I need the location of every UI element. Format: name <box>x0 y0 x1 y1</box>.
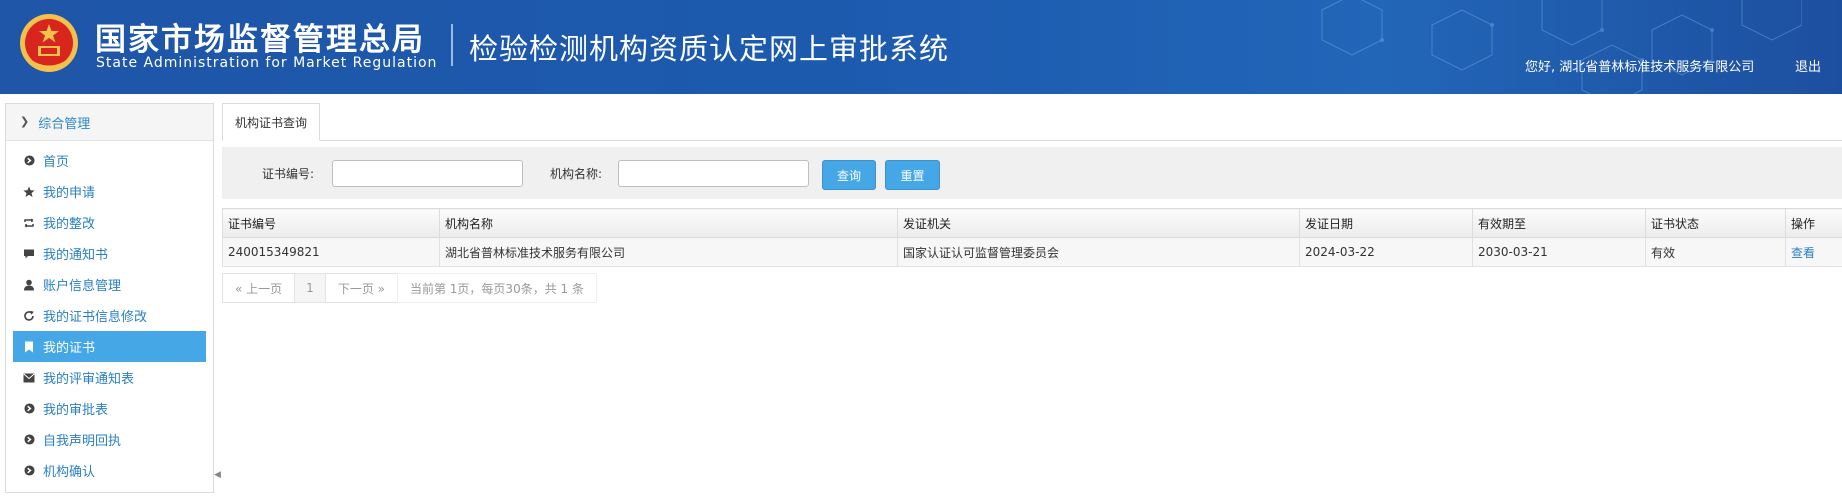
refresh-icon <box>23 310 35 322</box>
cell-issuer: 国家认证认可监督管理委员会 <box>897 237 1300 267</box>
arrow-circle-icon <box>23 403 35 415</box>
sidebar-item-home[interactable]: 首页 <box>13 145 206 176</box>
tab-bar: 机构证书查询 <box>222 103 1842 141</box>
sidebar-item-my-certificates[interactable]: 我的证书 <box>13 331 206 362</box>
sidebar-item-label: 自我声明回执 <box>43 434 122 449</box>
sidebar-collapse-toggle[interactable]: ◀ <box>214 470 222 484</box>
cell-expire-date: 2030-03-21 <box>1472 237 1646 267</box>
column-header[interactable]: 机构名称 <box>439 208 898 238</box>
column-header[interactable]: 发证日期 <box>1299 208 1473 238</box>
sidebar-item-org-confirm[interactable]: 机构确认 <box>13 455 206 486</box>
sidebar-item-label: 我的审批表 <box>43 403 109 418</box>
sidebar-item-label: 账户信息管理 <box>43 279 122 294</box>
cert-no-input[interactable] <box>332 160 523 187</box>
page-number-button[interactable]: 1 <box>294 273 326 303</box>
next-page-button[interactable]: 下一页 » <box>324 273 398 303</box>
sidebar-menu: 首页 我的申请 我的整改 我的通知书 账户信息管理 我的证书信息修改 我的证书 <box>6 141 213 486</box>
sidebar: ❯ 综合管理 首页 我的申请 我的整改 我的通知书 账户信息管理 我的证书信息修… <box>5 103 214 493</box>
national-emblem-icon <box>20 14 78 72</box>
column-header[interactable]: 有效期至 <box>1472 208 1646 238</box>
reset-button[interactable]: 重置 <box>885 160 940 190</box>
sidebar-item-my-applications[interactable]: 我的申请 <box>13 176 206 207</box>
user-icon <box>23 279 35 291</box>
query-button[interactable]: 查询 <box>822 160 876 190</box>
cell-issue-date: 2024-03-22 <box>1299 237 1473 267</box>
sidebar-item-label: 我的整改 <box>43 217 96 232</box>
sidebar-item-label: 我的证书 <box>43 341 96 356</box>
view-link[interactable]: 查看 <box>1791 246 1815 260</box>
user-greeting: 您好, 湖北省普林标准技术服务有限公司 <box>1525 60 1755 75</box>
arrow-circle-icon <box>23 465 35 477</box>
header-banner: 国家市场监督管理总局 State Administration for Mark… <box>0 0 1842 94</box>
sidebar-item-account-info[interactable]: 账户信息管理 <box>13 269 206 300</box>
cell-status: 有效 <box>1645 237 1786 267</box>
header-divider <box>451 24 453 66</box>
sidebar-item-label: 我的申请 <box>43 186 96 201</box>
cell-cert-no: 240015349821 <box>222 237 440 267</box>
sidebar-item-cert-info-edit[interactable]: 我的证书信息修改 <box>13 300 206 331</box>
search-panel: 证书编号: 机构名称: 查询 重置 <box>222 147 1842 199</box>
system-title: 检验检测机构资质认定网上审批系统 <box>469 32 950 66</box>
arrow-circle-icon <box>23 155 35 167</box>
arrow-circle-icon <box>23 434 35 446</box>
bookmark-icon <box>23 341 35 353</box>
sidebar-item-my-rectification[interactable]: 我的整改 <box>13 207 206 238</box>
table-row[interactable]: 240015349821 湖北省普林标准技术服务有限公司 国家认证认可监督管理委… <box>222 237 1842 267</box>
column-header: 操作 <box>1785 208 1842 238</box>
tab-org-cert-query[interactable]: 机构证书查询 <box>222 103 321 141</box>
logout-link[interactable]: 退出 <box>1795 56 1821 75</box>
retweet-icon <box>23 217 35 229</box>
sidebar-item-self-declaration[interactable]: 自我声明回执 <box>13 424 206 455</box>
sidebar-item-label: 我的评审通知表 <box>43 372 135 387</box>
column-header[interactable]: 证书编号 <box>222 208 440 238</box>
sidebar-section-header[interactable]: ❯ 综合管理 <box>6 104 213 141</box>
sidebar-item-label: 我的通知书 <box>43 248 109 263</box>
sidebar-item-label: 首页 <box>43 155 70 170</box>
prev-page-button[interactable]: « 上一页 <box>222 273 296 303</box>
column-header[interactable]: 证书状态 <box>1645 208 1786 238</box>
cert-no-label: 证书编号: <box>262 167 315 181</box>
pagination: « 上一页 1 下一页 » 当前第 1页，每页30条，共 1 条 <box>222 273 597 303</box>
sidebar-section-title: 综合管理 <box>38 116 91 132</box>
column-header[interactable]: 发证机关 <box>897 208 1300 238</box>
sidebar-item-label: 机构确认 <box>43 465 96 480</box>
hexagon-pattern <box>1321 0 1802 94</box>
org-name-en: State Administration for Market Regulati… <box>96 55 438 71</box>
table-header-row: 证书编号 机构名称 发证机关 发证日期 有效期至 证书状态 操作 <box>222 208 1842 238</box>
sidebar-item-my-approvals[interactable]: 我的审批表 <box>13 393 206 424</box>
cell-action: 查看 <box>1785 237 1842 267</box>
cert-table: 证书编号 机构名称 发证机关 发证日期 有效期至 证书状态 操作 2400153… <box>222 208 1842 267</box>
star-icon <box>23 186 35 198</box>
pagination-info: 当前第 1页，每页30条，共 1 条 <box>396 273 597 303</box>
sidebar-item-label: 我的证书信息修改 <box>43 310 148 325</box>
envelope-icon <box>23 372 35 384</box>
org-name-label: 机构名称: <box>550 167 603 181</box>
cell-org-name: 湖北省普林标准技术服务有限公司 <box>439 237 898 267</box>
chevron-down-icon: ❯ <box>20 114 30 128</box>
comment-icon <box>23 248 35 260</box>
org-name-input[interactable] <box>618 160 809 187</box>
sidebar-item-my-notices[interactable]: 我的通知书 <box>13 238 206 269</box>
sidebar-item-review-notices[interactable]: 我的评审通知表 <box>13 362 206 393</box>
org-name-cn: 国家市场监督管理总局 <box>95 22 425 58</box>
